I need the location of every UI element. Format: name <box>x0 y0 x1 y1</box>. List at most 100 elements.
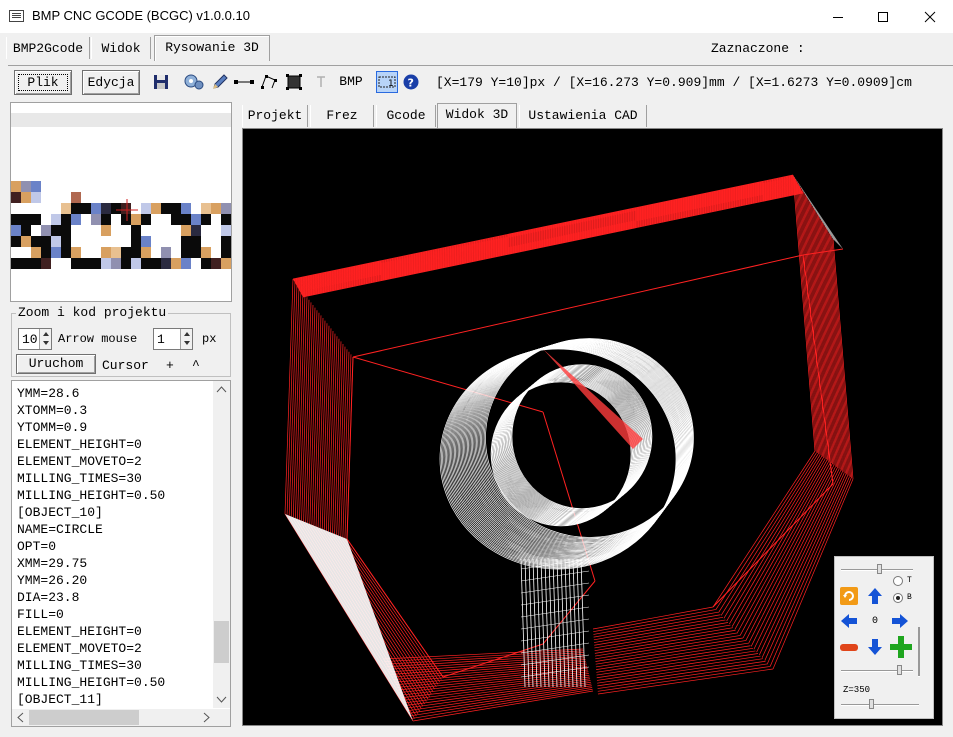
tab-projekt[interactable]: Projekt <box>242 105 308 127</box>
zoom-out-button[interactable] <box>839 638 859 658</box>
zoom-in-button[interactable] <box>889 635 913 659</box>
add-cursor-button[interactable]: + <box>166 358 174 373</box>
plik-button[interactable]: Plik <box>14 70 72 95</box>
zoom-spinner-arrows[interactable] <box>39 329 51 349</box>
wall-top-layer <box>297 182 798 287</box>
close-icon <box>924 11 936 22</box>
radio-top[interactable] <box>893 576 903 586</box>
code-line[interactable]: ELEMENT_HEIGHT=0 <box>17 623 165 640</box>
arrow-mouse-label: Arrow mouse <box>58 332 138 346</box>
vertical-slider[interactable] <box>918 627 920 677</box>
code-line[interactable]: [OBJECT_11] <box>17 691 165 708</box>
rotate-left-button[interactable] <box>839 611 859 631</box>
bmp-button[interactable]: BMP <box>335 70 367 95</box>
code-line[interactable]: NAME=CIRCLE <box>17 521 165 538</box>
preview-pixel <box>181 214 191 225</box>
wall-top-layer <box>294 177 795 283</box>
horizontal-scroll-thumb[interactable] <box>29 710 139 725</box>
arrow-step-spinner[interactable]: 1 <box>153 328 193 350</box>
line-tool-icon[interactable] <box>234 72 254 92</box>
right-panel: Projekt Frez Gcode Widok 3D Ustawienia C… <box>238 100 951 730</box>
middle-slider[interactable] <box>841 670 913 672</box>
zoom-spinner[interactable]: 10 <box>18 328 52 350</box>
bottom-slider-thumb[interactable] <box>869 699 874 709</box>
code-line[interactable]: OPT=0 <box>17 538 165 555</box>
code-line[interactable]: XMM=29.75 <box>17 555 165 572</box>
top-slider-thumb[interactable] <box>877 564 882 574</box>
code-horizontal-scrollbar[interactable] <box>12 709 215 726</box>
stem-crossline <box>520 582 590 594</box>
pencil-icon[interactable] <box>210 72 230 92</box>
save-icon[interactable] <box>151 72 171 92</box>
wall-left-layer <box>303 302 312 522</box>
preview-pixel <box>121 258 131 269</box>
code-line[interactable]: DIA=23.8 <box>17 589 165 606</box>
select-rect-icon[interactable] <box>284 72 304 92</box>
preview-pixel <box>21 192 31 203</box>
code-line[interactable]: ELEMENT_MOVETO=2 <box>17 453 165 470</box>
preview-pixel <box>21 225 31 236</box>
wall-top-layer <box>302 192 803 297</box>
preview-pixel <box>71 203 81 214</box>
minimize-button[interactable] <box>815 0 861 33</box>
code-line[interactable]: MILLING_HEIGHT=0.50 <box>17 487 165 504</box>
code-line[interactable]: ELEMENT_MOVETO=2 <box>17 640 165 657</box>
code-line[interactable]: MILLING_TIMES=30 <box>17 657 165 674</box>
project-code-editor[interactable]: YMM=28.6 XTOMM=0.3 YTOMM=0.9 ELEMENT_HEIGHT… <box>11 380 231 727</box>
tab-widok[interactable]: Widok <box>91 37 151 59</box>
bitmap-preview[interactable] <box>10 102 232 302</box>
vertical-scroll-thumb[interactable] <box>214 621 229 663</box>
code-line[interactable]: ELEMENT_HEIGHT=0 <box>17 436 165 453</box>
preview-pixel <box>181 225 191 236</box>
tab-widok-3d[interactable]: Widok 3D <box>437 103 517 128</box>
preview-pixel <box>181 236 191 247</box>
preview-pixel <box>191 236 201 247</box>
preview-pixel <box>131 247 141 258</box>
code-line[interactable]: FILL=0 <box>17 606 165 623</box>
wall-bottom-left-layer <box>409 685 592 714</box>
code-line[interactable]: MILLING_HEIGHT=0.50 <box>17 674 165 691</box>
tab-ustawienia-cad[interactable]: Ustawienia CAD <box>519 105 647 127</box>
preview-pixel <box>51 225 61 236</box>
code-line[interactable]: [OBJECT_10] <box>17 504 165 521</box>
rotate-up-button[interactable] <box>865 586 885 606</box>
view-3d-canvas[interactable]: T B 0 Z=350 <box>242 128 943 726</box>
radio-bottom[interactable] <box>893 593 903 603</box>
tab-bmp2gcode[interactable]: BMP2Gcode <box>6 37 90 59</box>
window-title: BMP CNC GCODE (BCGC) v1.0.0.10 <box>32 8 250 23</box>
tab-rysowanie-3d[interactable]: Rysowanie 3D <box>154 35 270 61</box>
wall-top-layer <box>294 178 796 283</box>
code-vertical-scrollbar[interactable] <box>213 381 230 708</box>
code-line[interactable]: YMM=28.6 <box>17 385 165 402</box>
code-line[interactable]: XTOMM=0.3 <box>17 402 165 419</box>
code-line[interactable]: YTOMM=0.9 <box>17 419 165 436</box>
wall-top-layer <box>298 185 800 291</box>
zoom-group: Zoom i kod projektu 10 Arrow mouse 1 px … <box>11 305 231 377</box>
run-button[interactable]: Uruchom <box>16 354 96 374</box>
code-line[interactable]: YMM=26.20 <box>17 572 165 589</box>
maximize-button[interactable] <box>860 0 906 33</box>
middle-slider-thumb[interactable] <box>897 665 902 675</box>
measure-icon[interactable]: 1 <box>376 71 398 93</box>
preview-pixel <box>101 214 111 225</box>
title-bar[interactable]: BMP CNC GCODE (BCGC) v1.0.0.10 <box>0 0 953 33</box>
arrow-spinner-arrows[interactable] <box>180 329 192 349</box>
caret-button[interactable]: ^ <box>192 358 200 373</box>
wall-left-layer <box>286 281 296 515</box>
rotate-right-button[interactable] <box>890 611 910 631</box>
preview-pixel <box>91 203 101 214</box>
code-line[interactable]: MILLING_TIMES=30 <box>17 470 165 487</box>
reset-view-button[interactable] <box>839 586 859 606</box>
bottom-slider[interactable] <box>841 704 919 706</box>
rotate-down-button[interactable] <box>865 637 885 657</box>
edycja-button[interactable]: Edycja <box>82 70 140 95</box>
text-tool-icon[interactable] <box>311 72 331 92</box>
mill-tools-icon[interactable] <box>184 72 204 92</box>
preview-pixel <box>151 203 161 214</box>
close-button[interactable] <box>907 0 953 33</box>
code-lines[interactable]: YMM=28.6 XTOMM=0.3 YTOMM=0.9 ELEMENT_HEIGHT… <box>17 385 165 708</box>
polyline-tool-icon[interactable] <box>259 72 279 92</box>
help-icon[interactable]: ? <box>401 72 421 92</box>
tab-frez[interactable]: Frez <box>310 105 374 127</box>
tab-gcode[interactable]: Gcode <box>376 105 436 127</box>
